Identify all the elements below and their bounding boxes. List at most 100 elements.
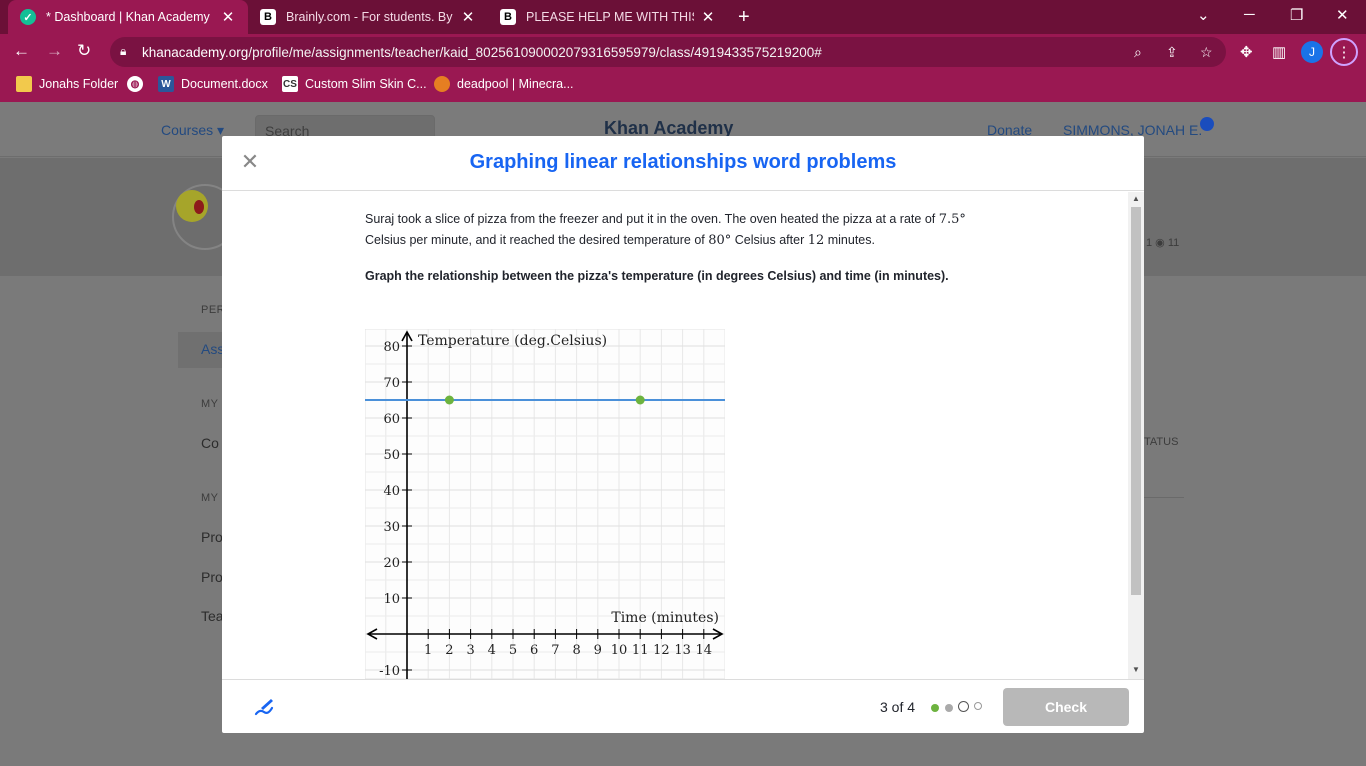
tab-brainly-question[interactable]: B PLEASE HELP ME WITH THIS KHA ✕ bbox=[488, 0, 728, 34]
tab-title: * Dashboard | Khan Academy bbox=[46, 10, 210, 24]
y-tick-label: 20 bbox=[383, 556, 400, 571]
divider bbox=[1140, 497, 1184, 498]
reload-icon[interactable]: ↻ bbox=[77, 41, 91, 61]
y-tick-label: 40 bbox=[383, 484, 400, 499]
sidebar-heading: MY bbox=[201, 492, 219, 504]
x-tick-label: 4 bbox=[488, 643, 496, 658]
brainly-favicon: B bbox=[500, 9, 516, 25]
bookmark-globe[interactable]: ◍ bbox=[127, 76, 150, 92]
bookmark-custom-skin[interactable]: CS Custom Slim Skin C... bbox=[282, 76, 427, 92]
modal-footer: 3 of 4 Check bbox=[222, 679, 1144, 733]
address-bar[interactable]: 🔒︎ khanacademy.org/profile/me/assignment… bbox=[110, 37, 1226, 67]
y-tick-label: 50 bbox=[383, 448, 400, 463]
back-icon[interactable]: ← bbox=[13, 41, 30, 61]
y-tick-label: 30 bbox=[383, 520, 400, 535]
sidebar-item-teachers[interactable]: Tea bbox=[201, 608, 224, 624]
sidebar-item-progress[interactable]: Pro bbox=[201, 569, 223, 585]
tab-khan-dashboard[interactable]: ✓ * Dashboard | Khan Academy ✕ bbox=[8, 0, 248, 34]
status-column-header: TATUS bbox=[1144, 436, 1179, 448]
y-tick-label: -10 bbox=[379, 664, 400, 679]
bookmark-jonahs-folder[interactable]: Jonahs Folder bbox=[16, 76, 118, 92]
x-tick-label: 2 bbox=[445, 643, 453, 658]
avatar-face-icon bbox=[176, 190, 208, 222]
tab-search-chevron-icon[interactable]: ⌄ bbox=[1197, 6, 1210, 24]
modal-scrollbar[interactable]: ▲ ▼ bbox=[1128, 192, 1144, 679]
minutes-value: 12 bbox=[807, 233, 825, 248]
bookmark-deadpool[interactable]: deadpool | Minecra... bbox=[434, 76, 574, 92]
forward-icon[interactable]: → bbox=[46, 41, 63, 61]
courses-menu[interactable]: Courses ▾ bbox=[161, 122, 224, 139]
cs-icon: CS bbox=[282, 76, 298, 92]
browser-menu-icon[interactable]: ⋮ bbox=[1330, 38, 1358, 66]
problem-text-part: Suraj took a slice of pizza from the fre… bbox=[365, 212, 939, 226]
zoom-icon[interactable]: ⌕ bbox=[1134, 44, 1142, 61]
bookmark-document[interactable]: W Document.docx bbox=[158, 76, 268, 92]
x-tick-label: 9 bbox=[594, 643, 602, 658]
progress-dot-remaining bbox=[974, 702, 982, 710]
tab-title: Brainly.com - For students. By stu bbox=[286, 10, 454, 24]
globe-icon: ◍ bbox=[127, 76, 143, 92]
graph-point[interactable] bbox=[444, 395, 454, 405]
graph-point[interactable] bbox=[635, 395, 645, 405]
lock-icon[interactable]: 🔒︎ bbox=[120, 44, 126, 59]
extensions-icon[interactable]: ✥ bbox=[1240, 43, 1253, 61]
khan-academy-favicon: ✓ bbox=[20, 9, 36, 25]
close-tab-icon[interactable]: ✕ bbox=[700, 8, 716, 26]
x-tick-label: 10 bbox=[611, 643, 628, 658]
temperature-value: 80° bbox=[708, 233, 732, 248]
x-tick-label: 6 bbox=[530, 643, 538, 658]
side-panel-icon[interactable]: ▥ bbox=[1272, 43, 1286, 61]
sidebar-item-profile[interactable]: Pro bbox=[201, 529, 223, 545]
profile-avatar[interactable]: J bbox=[1301, 41, 1323, 63]
problem-text-part: Celsius per minute, and it reached the d… bbox=[365, 233, 709, 247]
share-icon[interactable]: ⇪ bbox=[1166, 44, 1178, 61]
notification-dot bbox=[1200, 117, 1214, 131]
y-tick-label: 60 bbox=[383, 412, 400, 427]
problem-text: Suraj took a slice of pizza from the fre… bbox=[365, 209, 975, 251]
new-tab-icon[interactable]: + bbox=[738, 6, 750, 29]
interactive-graph[interactable]: 1 2 3 4 5 6 7 8 9 10 11 12 13 14 80 70 60 50 40 30 20 10 -10 Ti… bbox=[364, 328, 726, 679]
tab-strip: ✓ * Dashboard | Khan Academy ✕ B Brainly… bbox=[0, 0, 1366, 34]
tab-brainly[interactable]: B Brainly.com - For students. By stu ✕ bbox=[248, 0, 488, 34]
close-window-icon[interactable]: ✕ bbox=[1336, 6, 1349, 24]
bookmark-label: Document.docx bbox=[181, 77, 268, 91]
problem-text-part: Celsius after bbox=[731, 233, 808, 247]
bookmark-label: deadpool | Minecra... bbox=[457, 77, 574, 91]
minimize-icon[interactable]: ─ bbox=[1244, 6, 1255, 23]
rate-value: 7.5° bbox=[938, 212, 966, 227]
x-tick-label: 1 bbox=[424, 643, 432, 658]
x-tick-label: 7 bbox=[551, 643, 559, 658]
y-tick-label: 70 bbox=[383, 376, 400, 391]
x-tick-label: 3 bbox=[466, 643, 474, 658]
scroll-up-icon[interactable]: ▲ bbox=[1132, 194, 1140, 203]
y-tick-label: 10 bbox=[383, 592, 400, 607]
check-button[interactable]: Check bbox=[1003, 688, 1129, 726]
x-tick-label: 11 bbox=[632, 643, 649, 658]
pumpkin-icon bbox=[434, 76, 450, 92]
graph-svg[interactable]: 1 2 3 4 5 6 7 8 9 10 11 12 13 148070605040302010-10Ti… bbox=[364, 328, 726, 679]
bookmark-label: Custom Slim Skin C... bbox=[305, 77, 427, 91]
y-axis-label: Temperature (deg.Celsius) bbox=[418, 333, 607, 349]
progress-dot-current bbox=[958, 701, 969, 712]
problem-text-part: minutes. bbox=[824, 233, 875, 247]
modal-header: ✕ Graphing linear relationships word pro… bbox=[222, 136, 1144, 191]
scroll-down-icon[interactable]: ▼ bbox=[1132, 665, 1140, 674]
scratchpad-icon[interactable] bbox=[252, 695, 276, 719]
restore-icon[interactable]: ❐ bbox=[1290, 6, 1303, 24]
modal-title: Graphing linear relationships word probl… bbox=[469, 151, 897, 173]
bookmark-star-icon[interactable]: ☆ bbox=[1200, 44, 1213, 61]
x-tick-label: 13 bbox=[674, 643, 691, 658]
progress-dot-correct bbox=[931, 704, 939, 712]
brainly-favicon: B bbox=[260, 9, 276, 25]
sidebar-item-assignments[interactable]: Ass bbox=[201, 341, 224, 357]
browser-toolbar: ← → ↻ 🔒︎ khanacademy.org/profile/me/assi… bbox=[0, 34, 1366, 70]
close-tab-icon[interactable]: ✕ bbox=[460, 8, 476, 26]
bookmark-label: Jonahs Folder bbox=[39, 77, 119, 91]
streak-count: 1 ◉ 11 bbox=[1146, 237, 1180, 249]
exercise-modal: ✕ Graphing linear relationships word pro… bbox=[222, 136, 1144, 733]
sidebar-item-courses[interactable]: Co bbox=[201, 435, 219, 451]
scrollbar-thumb[interactable] bbox=[1131, 207, 1141, 595]
sidebar-heading: MY bbox=[201, 398, 219, 410]
progress-dot-attempted bbox=[945, 704, 953, 712]
close-tab-icon[interactable]: ✕ bbox=[220, 8, 236, 26]
